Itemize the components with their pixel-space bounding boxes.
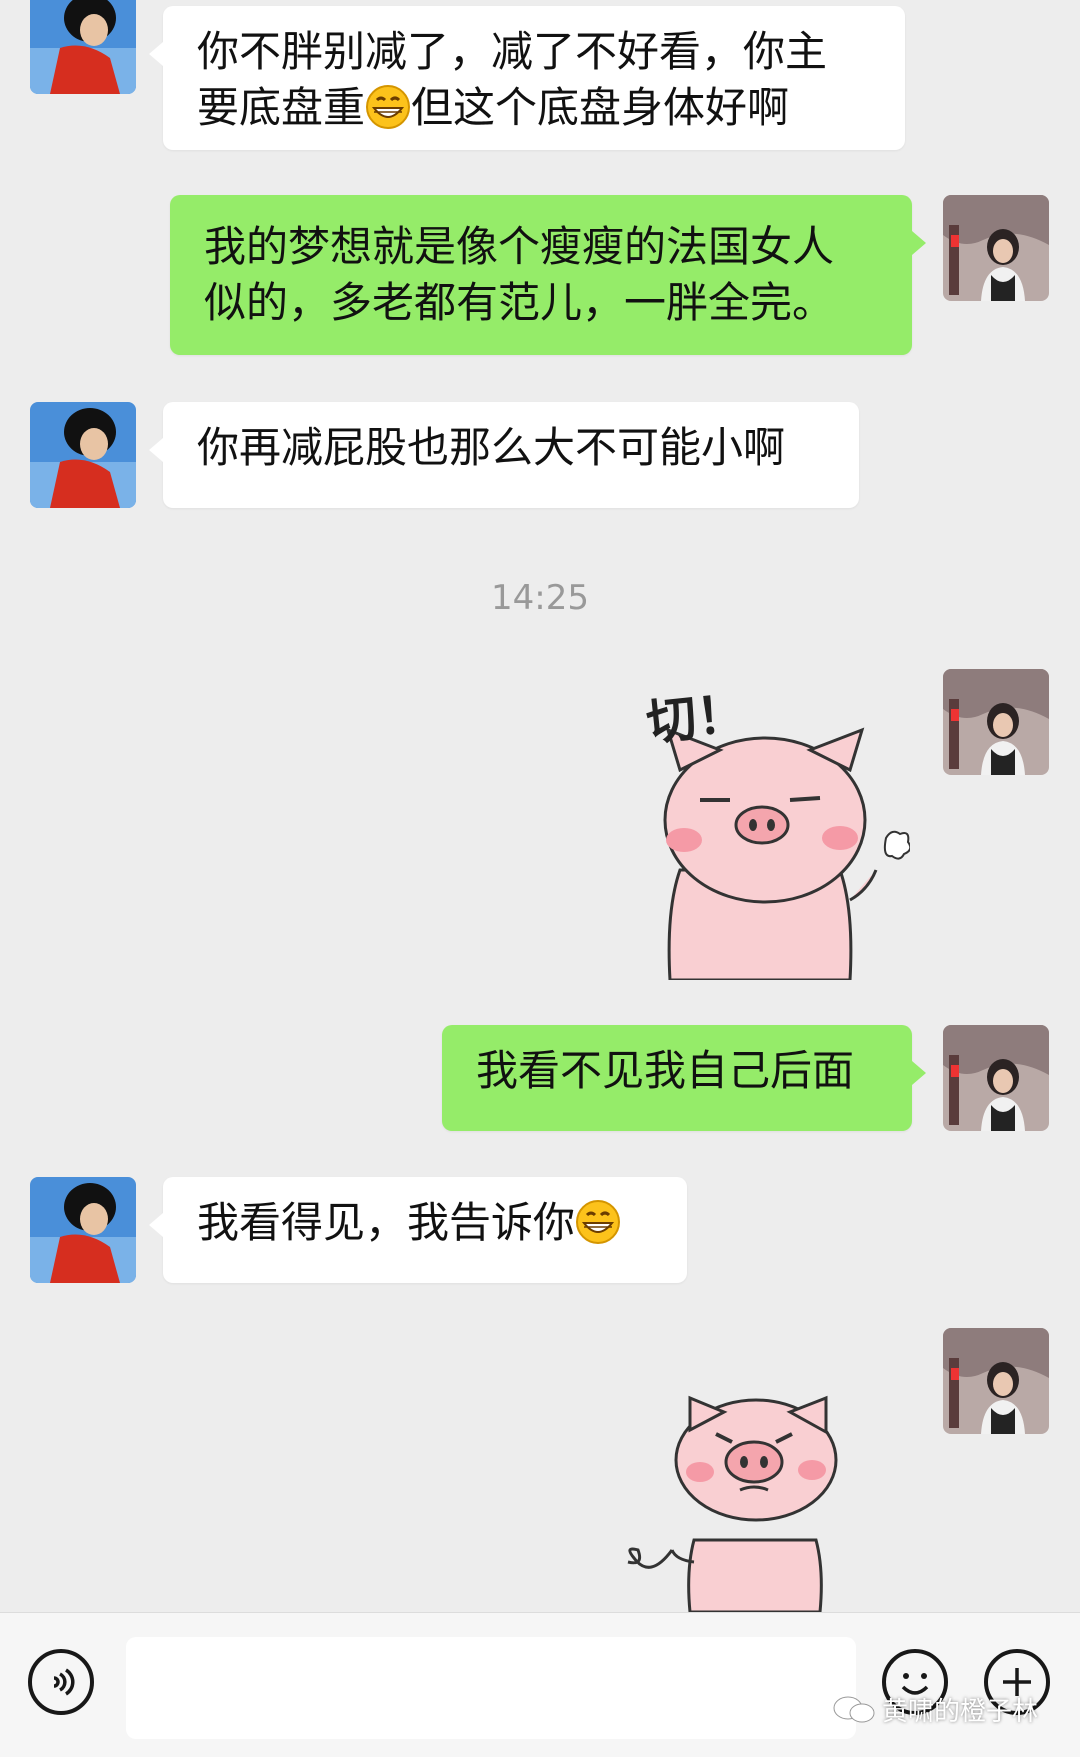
friend-avatar[interactable] bbox=[30, 402, 136, 508]
my-avatar[interactable] bbox=[943, 669, 1049, 775]
friend-avatar[interactable] bbox=[30, 0, 136, 94]
incoming-message-bubble[interactable]: 你不胖别减了，减了不好看，你主 要底盘重 但这个底盘身体好啊 bbox=[149, 6, 905, 150]
chat-input-bar: 黄啸的橙子林 bbox=[0, 1612, 1080, 1757]
pig-sticker-image bbox=[627, 1395, 838, 1614]
pig-sticker-whip[interactable] bbox=[620, 1390, 860, 1614]
incoming-message-bubble[interactable]: 你再减屁股也那么大不可能小啊 bbox=[149, 402, 859, 508]
my-avatar[interactable] bbox=[943, 1328, 1049, 1434]
incoming-message-bubble[interactable]: 我看得见，我告诉你 bbox=[149, 1177, 687, 1283]
friend-avatar[interactable] bbox=[30, 1177, 136, 1283]
outgoing-message-bubble[interactable]: 我的梦想就是像个瘦瘦的法国女人 似的，多老都有范儿，一胖全完。 bbox=[170, 195, 926, 355]
wechat-logo-icon bbox=[833, 1696, 875, 1723]
grin-emoji-icon bbox=[366, 85, 411, 129]
message-text: 我看得见，我告诉你 bbox=[197, 1195, 653, 1251]
message-text: 我看不见我自己后面 bbox=[476, 1046, 855, 1095]
message-line-2: 似的，多老都有范儿，一胖全完。 bbox=[204, 278, 835, 327]
message-timestamp: 14:25 bbox=[491, 578, 589, 618]
pig-sticker-qie[interactable]: 切！ bbox=[640, 670, 912, 982]
message-line-2: 要底盘重 但这个底盘身体好啊 bbox=[197, 83, 790, 132]
message-input[interactable] bbox=[126, 1637, 856, 1739]
watermark-text: 黄啸的橙子林 bbox=[882, 1697, 1039, 1727]
message-text: 你再减屁股也那么大不可能小啊 bbox=[197, 423, 786, 472]
chat-area[interactable]: 你不胖别减了，减了不好看，你主 要底盘重 但这个底盘身体好啊 我的梦想就是像个瘦瘦… bbox=[0, 0, 1080, 1614]
grin-emoji-icon bbox=[576, 1200, 621, 1244]
my-avatar[interactable] bbox=[943, 195, 1049, 301]
message-line: 我的梦想就是像个瘦瘦的法国女人 bbox=[204, 222, 835, 271]
voice-icon[interactable] bbox=[28, 1649, 94, 1715]
outgoing-message-bubble[interactable]: 我看不见我自己后面 bbox=[442, 1025, 926, 1131]
message-line: 你不胖别减了，减了不好看，你主 bbox=[197, 27, 828, 76]
my-avatar[interactable] bbox=[943, 1025, 1049, 1131]
sticker-caption: 切！ bbox=[643, 683, 750, 753]
